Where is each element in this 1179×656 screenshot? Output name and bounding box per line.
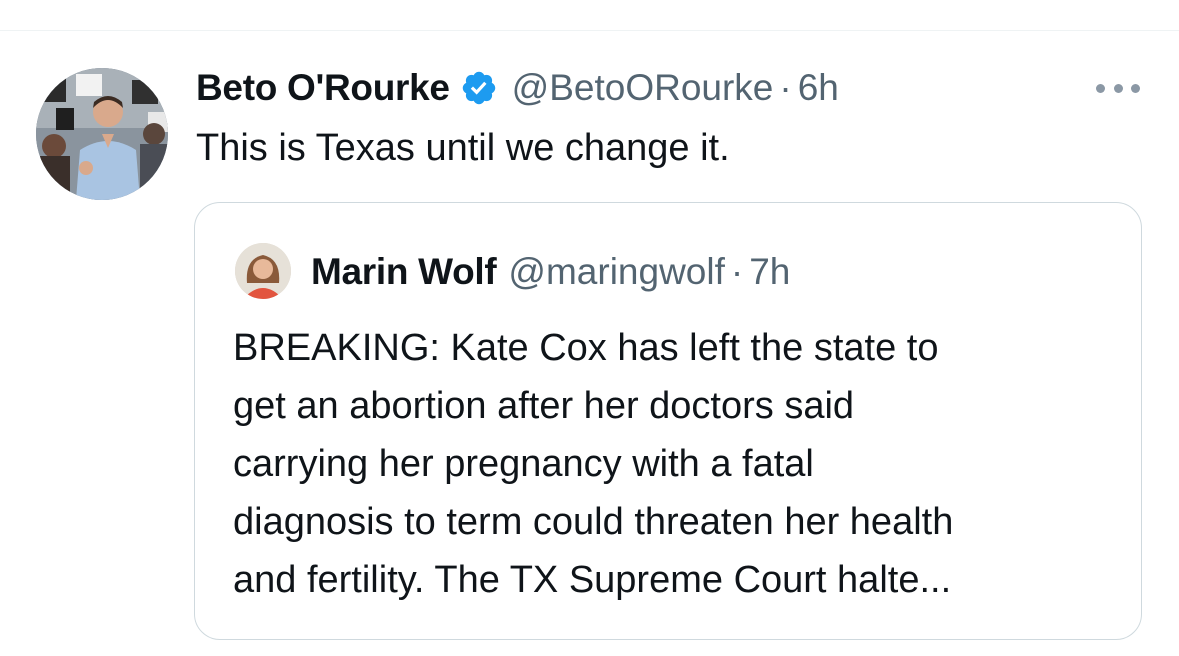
author-name[interactable]: Beto O'Rourke <box>196 67 450 109</box>
quoted-text-line: diagnosis to term could threaten her hea… <box>233 501 954 543</box>
verified-badge-icon <box>460 69 498 107</box>
top-divider <box>0 30 1179 31</box>
quoted-author-handle[interactable]: @maringwolf <box>508 251 724 293</box>
author-avatar-photo <box>36 68 168 200</box>
quoted-text-line: and fertility. The TX Supreme Court halt… <box>233 559 952 601</box>
author-handle[interactable]: @BetoORourke <box>512 67 774 109</box>
quoted-author-avatar[interactable] <box>235 243 291 299</box>
author-avatar[interactable] <box>36 68 168 200</box>
quoted-header-separator: · <box>730 251 744 292</box>
quoted-tweet-timestamp[interactable]: 7h <box>749 251 790 293</box>
quoted-author-name[interactable]: Marin Wolf <box>311 251 497 293</box>
quoted-text-line: get an abortion after her doctors said <box>233 385 855 427</box>
quoted-tweet-text: BREAKING: Kate Cox has left the state to… <box>233 319 1113 609</box>
more-dot <box>1131 83 1140 93</box>
header-separator: · <box>779 67 792 108</box>
quoted-tweet-header: Marin Wolf @maringwolf · 7h <box>311 247 790 297</box>
quoted-text-line: carrying her pregnancy with a fatal <box>233 443 814 485</box>
tweet-header: Beto O'Rourke @BetoORourke · 6h <box>196 62 839 114</box>
tweet-text: This is Texas until we change it. <box>196 127 730 169</box>
more-dot <box>1096 83 1105 93</box>
quoted-author-avatar-photo <box>235 243 291 299</box>
tweet-timestamp[interactable]: 6h <box>798 67 839 109</box>
quoted-text-line: BREAKING: Kate Cox has left the state to <box>233 327 939 369</box>
more-dot <box>1113 83 1123 93</box>
more-options-icon[interactable] <box>1096 80 1140 96</box>
quoted-tweet-card[interactable]: Marin Wolf @maringwolf · 7h BREAKING: Ka… <box>194 202 1142 640</box>
